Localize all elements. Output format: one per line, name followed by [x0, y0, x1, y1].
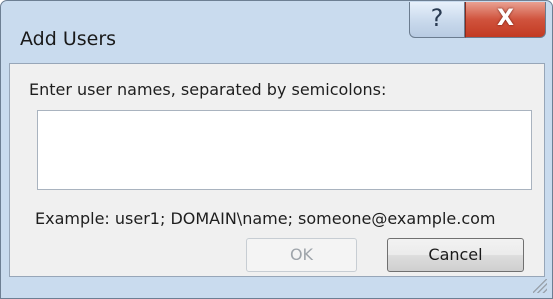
dialog-title: Add Users — [20, 28, 117, 50]
close-icon: X — [497, 6, 514, 31]
cancel-button[interactable]: Cancel — [387, 238, 524, 272]
user-names-input[interactable] — [37, 110, 532, 190]
example-text: Example: user1; DOMAIN\name; someone@exa… — [35, 209, 496, 228]
names-prompt-label: Enter user names, separated by semicolon… — [29, 80, 387, 99]
help-icon: ? — [430, 4, 444, 32]
resize-grip-icon[interactable] — [533, 279, 547, 293]
help-button[interactable]: ? — [409, 2, 465, 38]
ok-button[interactable]: OK — [246, 238, 357, 272]
close-button[interactable]: X — [465, 2, 546, 38]
